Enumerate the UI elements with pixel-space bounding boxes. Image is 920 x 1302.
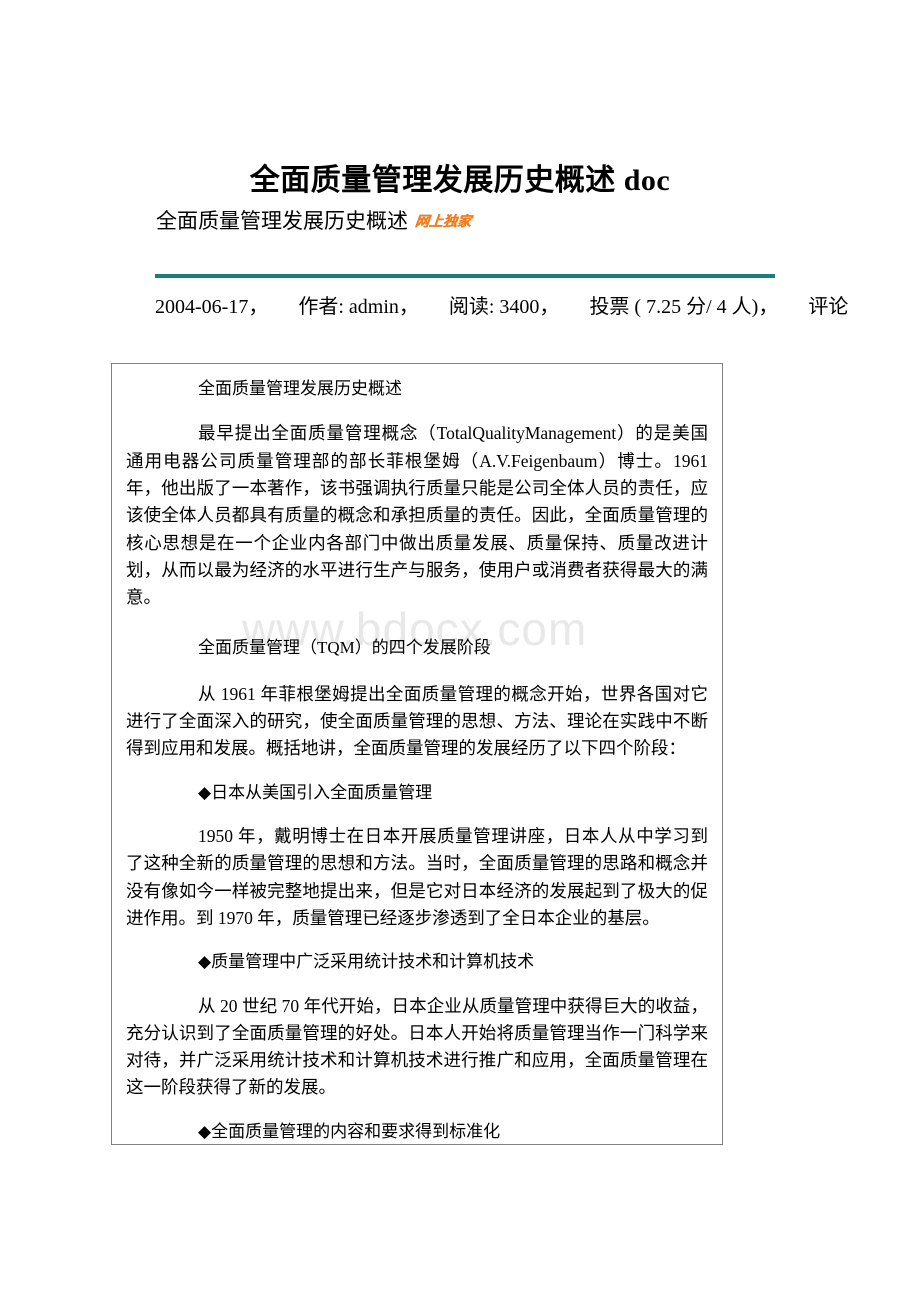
paragraph-2: 从 1961 年菲根堡姆提出全面质量管理的概念开始，世界各国对它进行了全面深入的… xyxy=(126,683,708,759)
bullet-item-3: ◆全面质量管理的内容和要求得到标准化 xyxy=(198,1121,501,1141)
section-title-tqm-stages: 全面质量管理（TQM）的四个发展阶段 xyxy=(198,638,491,658)
article-meta: 2004-06-17， 作者: admin， 阅读: 3400， 投票 ( 7.… xyxy=(125,292,885,322)
bullet-item-2: ◆质量管理中广泛采用统计技术和计算机技术 xyxy=(198,952,535,972)
horizontal-rule xyxy=(155,274,775,278)
meta-author: 作者: admin， xyxy=(298,296,419,318)
paragraph-3: 1950 年，戴明博士在日本开展质量管理讲座，日本人从中学习到了这种全新的质量管… xyxy=(126,826,708,928)
subtitle-text: 全面质量管理发展历史概述 xyxy=(156,209,408,233)
meta-reads: 阅读: 3400， xyxy=(448,296,560,318)
content-heading: 全面质量管理发展历史概述 xyxy=(198,379,402,398)
paragraph-4: 从 20 世纪 70 年代开始，日本企业从质量管理中获得巨大的收益，充分认识到了… xyxy=(126,995,708,1098)
article-body: 全面质量管理发展历史概述 最早提出全面质量管理概念（TotalQualityMa… xyxy=(112,364,722,1144)
paragraph-1: 最早提出全面质量管理概念（TotalQualityManagement）的是美国… xyxy=(126,423,708,608)
subtitle-row: 全面质量管理发展历史概述 网上独家 xyxy=(156,208,472,234)
bullet-item-1: ◆日本从美国引入全面质量管理 xyxy=(198,782,433,802)
page-title: 全面质量管理发展历史概述 doc xyxy=(249,164,671,198)
article-content-box: www.bdocx.com 全面质量管理发展历史概述 最早提出全面质量管理概念（… xyxy=(111,363,723,1145)
exclusive-stamp: 网上独家 xyxy=(414,214,472,231)
meta-comment: 评论 xyxy=(808,296,849,318)
meta-vote: 投票 ( 7.25 分/ 4 人)， xyxy=(589,296,779,318)
document-page: 全面质量管理发展历史概述 doc 全面质量管理发展历史概述 网上独家 2004-… xyxy=(0,0,920,1302)
meta-date: 2004-06-17， xyxy=(155,296,269,318)
